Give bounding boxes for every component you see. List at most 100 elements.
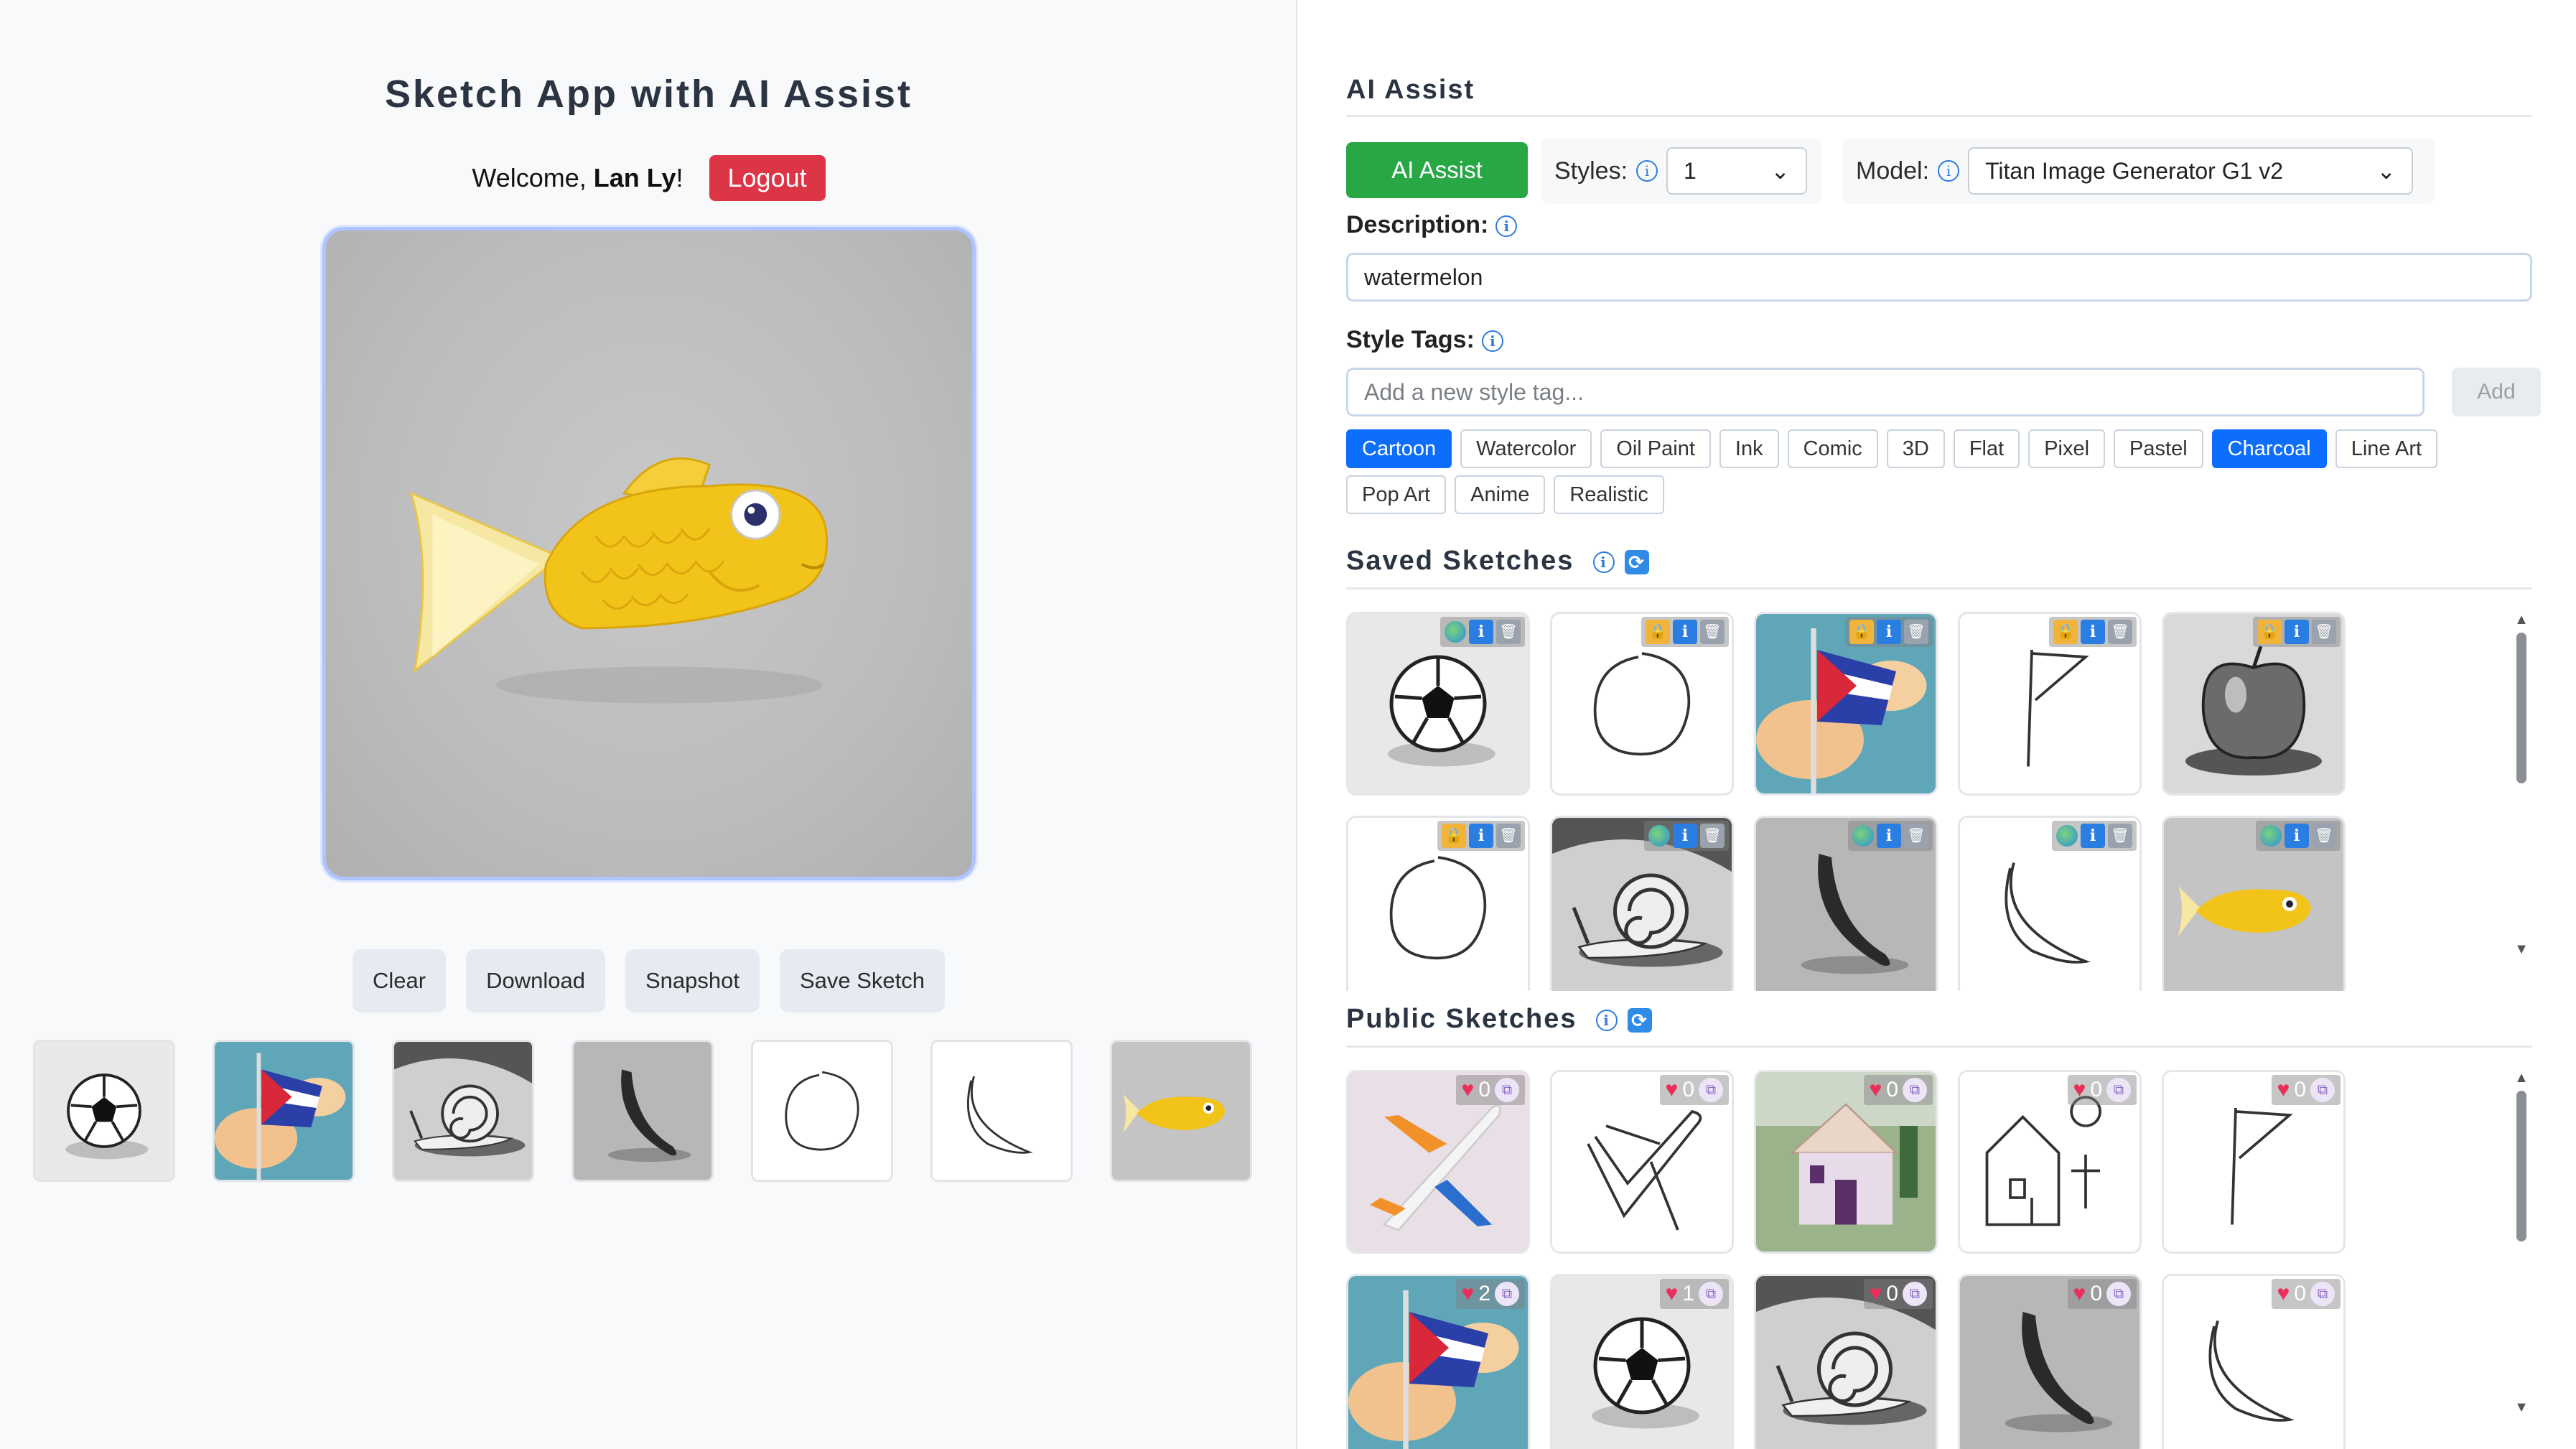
copy-icon[interactable]: ⧉ (1495, 1078, 1519, 1102)
public-sketch-card[interactable]: ♥ 0 ⧉ (1754, 1070, 1938, 1254)
refresh-icon[interactable]: ⟳ (1624, 549, 1649, 574)
saved-sketch-card[interactable]: 🔒 i 🗑 (1958, 612, 2142, 796)
info-icon[interactable]: i (2081, 620, 2105, 644)
logout-button[interactable]: Logout (709, 155, 826, 201)
info-icon[interactable]: i (1596, 1009, 1618, 1031)
globe-icon[interactable] (2056, 825, 2078, 847)
info-icon[interactable]: i (1481, 330, 1503, 353)
heart-icon[interactable]: ♥ (1870, 1078, 1882, 1102)
scroll-thumb[interactable] (2516, 1091, 2526, 1241)
public-sketch-card[interactable]: ♥ 2 ⧉ (1346, 1274, 1530, 1449)
style-tag-anime[interactable]: Anime (1455, 475, 1546, 514)
heart-icon[interactable]: ♥ (1870, 1282, 1882, 1306)
public-sketch-card[interactable]: ♥ 0 ⧉ (2162, 1070, 2346, 1254)
trash-icon[interactable]: 🗑 (1700, 620, 1725, 644)
info-icon[interactable]: i (1469, 620, 1493, 644)
heart-icon[interactable]: ♥ (2277, 1078, 2290, 1102)
public-sketch-card[interactable]: ♥ 0 ⧉ (1550, 1070, 1734, 1254)
style-tag-3d[interactable]: 3D (1886, 429, 1945, 468)
copy-icon[interactable]: ⧉ (2106, 1078, 2131, 1102)
info-icon[interactable]: i (1673, 824, 1697, 848)
lock-icon[interactable]: 🔒 (2257, 620, 2282, 644)
lock-icon[interactable]: 🔒 (2053, 620, 2078, 644)
style-tag-comic[interactable]: Comic (1787, 429, 1878, 468)
saved-sketch-card[interactable]: 🔒 i 🗑 (2162, 612, 2346, 796)
recent-sketch-thumb[interactable] (392, 1040, 534, 1182)
copy-icon[interactable]: ⧉ (1495, 1282, 1519, 1306)
scroll-up-icon[interactable]: ▲ (2514, 612, 2529, 628)
heart-icon[interactable]: ♥ (1462, 1282, 1475, 1306)
trash-icon[interactable]: 🗑 (1496, 824, 1521, 848)
copy-icon[interactable]: ⧉ (2106, 1282, 2131, 1306)
saved-sketch-card[interactable]: i 🗑 (1958, 816, 2142, 991)
scroll-down-icon[interactable]: ▼ (2514, 1399, 2529, 1416)
snapshot-button[interactable]: Snapshot (625, 949, 760, 1012)
lock-icon[interactable]: 🔒 (1849, 620, 1874, 644)
globe-icon[interactable] (1852, 825, 1874, 847)
saved-sketch-card[interactable]: 🔒 i 🗑 (1346, 816, 1530, 991)
lock-icon[interactable]: 🔒 (1646, 620, 1670, 644)
copy-icon[interactable]: ⧉ (2310, 1282, 2335, 1306)
trash-icon[interactable]: 🗑 (2312, 620, 2336, 644)
clear-button[interactable]: Clear (352, 949, 447, 1012)
info-icon[interactable]: i (1877, 824, 1901, 848)
style-tag-realistic[interactable]: Realistic (1554, 475, 1664, 514)
saved-sketch-card[interactable]: 🔒 i 🗑 (1754, 612, 1938, 796)
globe-icon[interactable] (2260, 825, 2282, 847)
public-sketch-card[interactable]: ♥ 0 ⧉ (1958, 1070, 2142, 1254)
copy-icon[interactable]: ⧉ (2310, 1078, 2335, 1102)
public-sketch-card[interactable]: ♥ 0 ⧉ (2162, 1274, 2346, 1449)
info-icon[interactable]: i (2285, 620, 2309, 644)
recent-sketch-thumb[interactable] (1110, 1040, 1252, 1182)
recent-sketch-thumb[interactable] (930, 1040, 1073, 1182)
scroll-up-icon[interactable]: ▲ (2514, 1070, 2529, 1086)
copy-icon[interactable]: ⧉ (1699, 1078, 1723, 1102)
style-tag-watercolor[interactable]: Watercolor (1460, 429, 1592, 468)
trash-icon[interactable]: 🗑 (1700, 824, 1725, 848)
download-button[interactable]: Download (466, 949, 605, 1012)
recent-sketch-thumb[interactable] (33, 1040, 175, 1182)
trash-icon[interactable]: 🗑 (1496, 620, 1521, 644)
style-tag-charcoal[interactable]: Charcoal (2211, 429, 2327, 468)
globe-icon[interactable] (1445, 621, 1466, 643)
drawing-canvas[interactable] (322, 227, 976, 880)
style-tag-cartoon[interactable]: Cartoon (1346, 429, 1452, 468)
style-tag-input[interactable]: Add a new style tag... (1346, 368, 2425, 416)
style-tag-pop-art[interactable]: Pop Art (1346, 475, 1447, 514)
refresh-icon[interactable]: ⟳ (1628, 1007, 1653, 1033)
trash-icon[interactable]: 🗑 (2108, 620, 2132, 644)
info-icon[interactable]: i (1495, 215, 1518, 238)
style-tag-line-art[interactable]: Line Art (2335, 429, 2438, 468)
description-input[interactable]: watermelon (1346, 253, 2532, 302)
lock-icon[interactable]: 🔒 (1442, 824, 1466, 848)
save-sketch-button[interactable]: Save Sketch (779, 949, 945, 1012)
info-icon[interactable]: i (1592, 551, 1615, 573)
heart-icon[interactable]: ♥ (1462, 1078, 1475, 1102)
heart-icon[interactable]: ♥ (1666, 1282, 1679, 1306)
style-tag-ink[interactable]: Ink (1719, 429, 1779, 468)
recent-sketch-thumb[interactable] (751, 1040, 893, 1182)
heart-icon[interactable]: ♥ (1666, 1078, 1679, 1102)
scroll-thumb[interactable] (2516, 633, 2526, 783)
model-select[interactable]: Titan Image Generator G1 v2 ⌄ (1968, 147, 2414, 195)
info-icon[interactable]: i (1673, 620, 1697, 644)
scroll-down-icon[interactable]: ▼ (2514, 941, 2529, 958)
info-icon[interactable]: i (2081, 824, 2105, 848)
trash-icon[interactable]: 🗑 (1904, 620, 1928, 644)
style-tag-pastel[interactable]: Pastel (2114, 429, 2203, 468)
public-sketch-card[interactable]: ♥ 0 ⧉ (1958, 1274, 2142, 1449)
ai-assist-button[interactable]: AI Assist (1346, 142, 1528, 198)
saved-sketch-card[interactable]: 🔒 i 🗑 (1550, 612, 1734, 796)
recent-sketch-thumb[interactable] (213, 1040, 355, 1182)
saved-sketch-card[interactable]: i 🗑 (2162, 816, 2346, 991)
globe-icon[interactable] (1648, 825, 1670, 847)
heart-icon[interactable]: ♥ (2277, 1282, 2290, 1306)
heart-icon[interactable]: ♥ (2073, 1078, 2086, 1102)
copy-icon[interactable]: ⧉ (1903, 1282, 1927, 1306)
style-tag-oil-paint[interactable]: Oil Paint (1600, 429, 1711, 468)
heart-icon[interactable]: ♥ (2073, 1282, 2086, 1306)
saved-sketch-card[interactable]: i 🗑 (1550, 816, 1734, 991)
saved-scrollbar[interactable]: ▲ ▼ (2514, 612, 2529, 991)
copy-icon[interactable]: ⧉ (1903, 1078, 1927, 1102)
trash-icon[interactable]: 🗑 (1904, 824, 1928, 848)
